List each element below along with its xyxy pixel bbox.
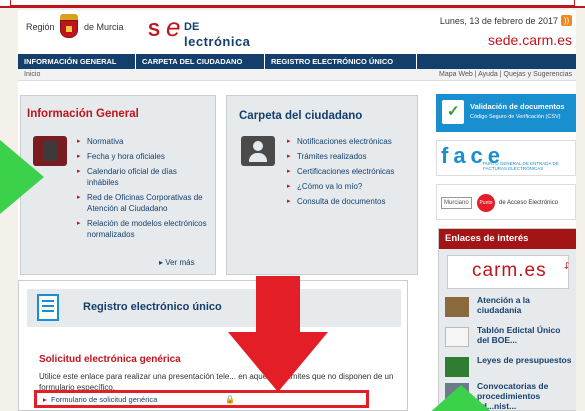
nav-carpeta-ciudadano[interactable]: CARPETA DEL CIUDADANO xyxy=(136,54,265,69)
face-subtitle: PUNTO GENERAL DE ENTRADA DE FACTURAS ELE… xyxy=(483,161,559,171)
rss-icon[interactable]: )) xyxy=(561,15,572,26)
enlace-leyes-text: Leyes de presupuestos xyxy=(477,355,572,365)
formulario-solicitud-link[interactable]: Formulario de solicitud genérica xyxy=(43,395,157,404)
link-fecha-hora[interactable]: Fecha y hora oficiales xyxy=(77,151,209,162)
nav-informacion-general[interactable]: INFORMACIÓN GENERAL xyxy=(18,54,136,69)
carpeta-ciudadano-panel: Carpeta del ciudadano Notificaciones ele… xyxy=(226,95,418,275)
carm-side-icon: ↪ xyxy=(561,261,572,270)
link-certificaciones[interactable]: Certificaciones electrónicas xyxy=(287,166,417,177)
csv-subtitle: Código Seguro de Verificación (CSV) xyxy=(470,114,561,120)
main-nav: INFORMACIÓN GENERAL CARPETA DEL CIUDADAN… xyxy=(18,54,576,69)
red-arrow-down xyxy=(228,276,328,411)
informacion-general-title[interactable]: Información General xyxy=(27,108,139,120)
formulario-highlight-box: Formulario de solicitud genérica 🔒 xyxy=(34,390,369,408)
carpeta-links: Notificaciones electrónicas Trámites rea… xyxy=(287,136,417,211)
green-arrow-bottom xyxy=(427,385,495,411)
site-header: Región de Murcia S e DE lectrónica Lunes… xyxy=(18,10,576,60)
validacion-documentos-banner[interactable]: Validación de documentos Código Seguro d… xyxy=(436,94,576,132)
current-date: Lunes, 13 de febrero de 2017 xyxy=(439,16,558,26)
carpeta-ciudadano-title[interactable]: Carpeta del ciudadano xyxy=(239,110,362,122)
registro-electronico-panel: Registro electrónico único Solicitud ele… xyxy=(18,280,408,411)
csv-title: Validación de documentos xyxy=(470,102,565,111)
nav-registro-electronico[interactable]: REGISTRO ELECTRÓNICO ÚNICO xyxy=(265,54,417,69)
enlaces-title: Enlaces de interés xyxy=(445,233,529,244)
informacion-general-panel: Información General Normativa Fecha y ho… xyxy=(20,95,216,275)
tablon-thumbnail xyxy=(445,327,469,347)
pae-murciano-label: Murciano xyxy=(441,197,472,209)
breadcrumb[interactable]: Inicio xyxy=(24,71,40,78)
enlace-tablon-edictal[interactable]: Tablón Edictal Único del BOE... xyxy=(445,325,575,355)
green-arrow-left xyxy=(0,140,44,214)
sede-url[interactable]: sede.carm.es xyxy=(488,32,572,48)
solicitud-title: Solicitud electrónica genérica xyxy=(39,354,181,365)
utility-links[interactable]: Mapa Web | Ayuda | Quejas y Sugerencias xyxy=(439,71,572,78)
coat-of-arms-icon[interactable] xyxy=(60,14,78,40)
ver-mas-link[interactable]: ▸ Ver más xyxy=(159,258,195,267)
leyes-thumbnail xyxy=(445,357,469,377)
top-border xyxy=(0,0,585,8)
enlace-atencion-text: Atención a la ciudadanía xyxy=(477,295,530,315)
registro-title[interactable]: Registro electrónico único xyxy=(83,301,222,313)
punto-acceso-banner[interactable]: Murciano Punto de Acceso Electrónico xyxy=(436,184,576,220)
link-como-va[interactable]: ¿Cómo va lo mío? xyxy=(287,181,417,192)
citizen-icon xyxy=(241,136,275,166)
link-consulta-documentos[interactable]: Consulta de documentos xyxy=(287,196,417,207)
breadcrumb-bar: Inicio Mapa Web | Ayuda | Quejas y Suger… xyxy=(18,69,576,81)
pae-punto-label: Punto xyxy=(477,194,495,212)
logo-region-text: Región xyxy=(26,22,55,32)
sidebar: Validación de documentos Código Seguro d… xyxy=(436,94,576,411)
pae-text: de Acceso Electrónico xyxy=(499,200,559,206)
atencion-thumbnail xyxy=(445,297,469,317)
checkmark-document-icon xyxy=(442,100,464,124)
link-calendario[interactable]: Calendario oficial de días inhábiles xyxy=(77,166,209,188)
registro-header: Registro electrónico único xyxy=(27,289,401,327)
face-banner[interactable]: face PUNTO GENERAL DE ENTRADA DE FACTURA… xyxy=(436,140,576,176)
informacion-general-links: Normativa Fecha y hora oficiales Calenda… xyxy=(77,136,209,244)
link-relacion-modelos[interactable]: Relación de modelos electrónicos normali… xyxy=(77,218,209,240)
enlaces-header: Enlaces de interés xyxy=(439,229,576,249)
carm-banner[interactable]: carm.es ↪ xyxy=(447,255,572,289)
link-normativa[interactable]: Normativa xyxy=(77,136,209,147)
enlace-atencion[interactable]: Atención a la ciudadanía xyxy=(445,295,575,325)
carm-logo: carm.es xyxy=(472,260,547,281)
enlaces-interes-panel: Enlaces de interés carm.es ↪ Atención a … xyxy=(438,228,576,411)
link-red-oficinas[interactable]: Red de Oficinas Corporativas de Atención… xyxy=(77,192,209,214)
link-tramites[interactable]: Trámites realizados xyxy=(287,151,417,162)
enlace-tablon-text: Tablón Edictal Único del BOE... xyxy=(477,325,561,345)
form-icon xyxy=(37,294,59,321)
top-border-frame xyxy=(10,0,575,6)
link-notificaciones[interactable]: Notificaciones electrónicas xyxy=(287,136,417,147)
logo-murcia-text: de Murcia xyxy=(84,22,124,32)
